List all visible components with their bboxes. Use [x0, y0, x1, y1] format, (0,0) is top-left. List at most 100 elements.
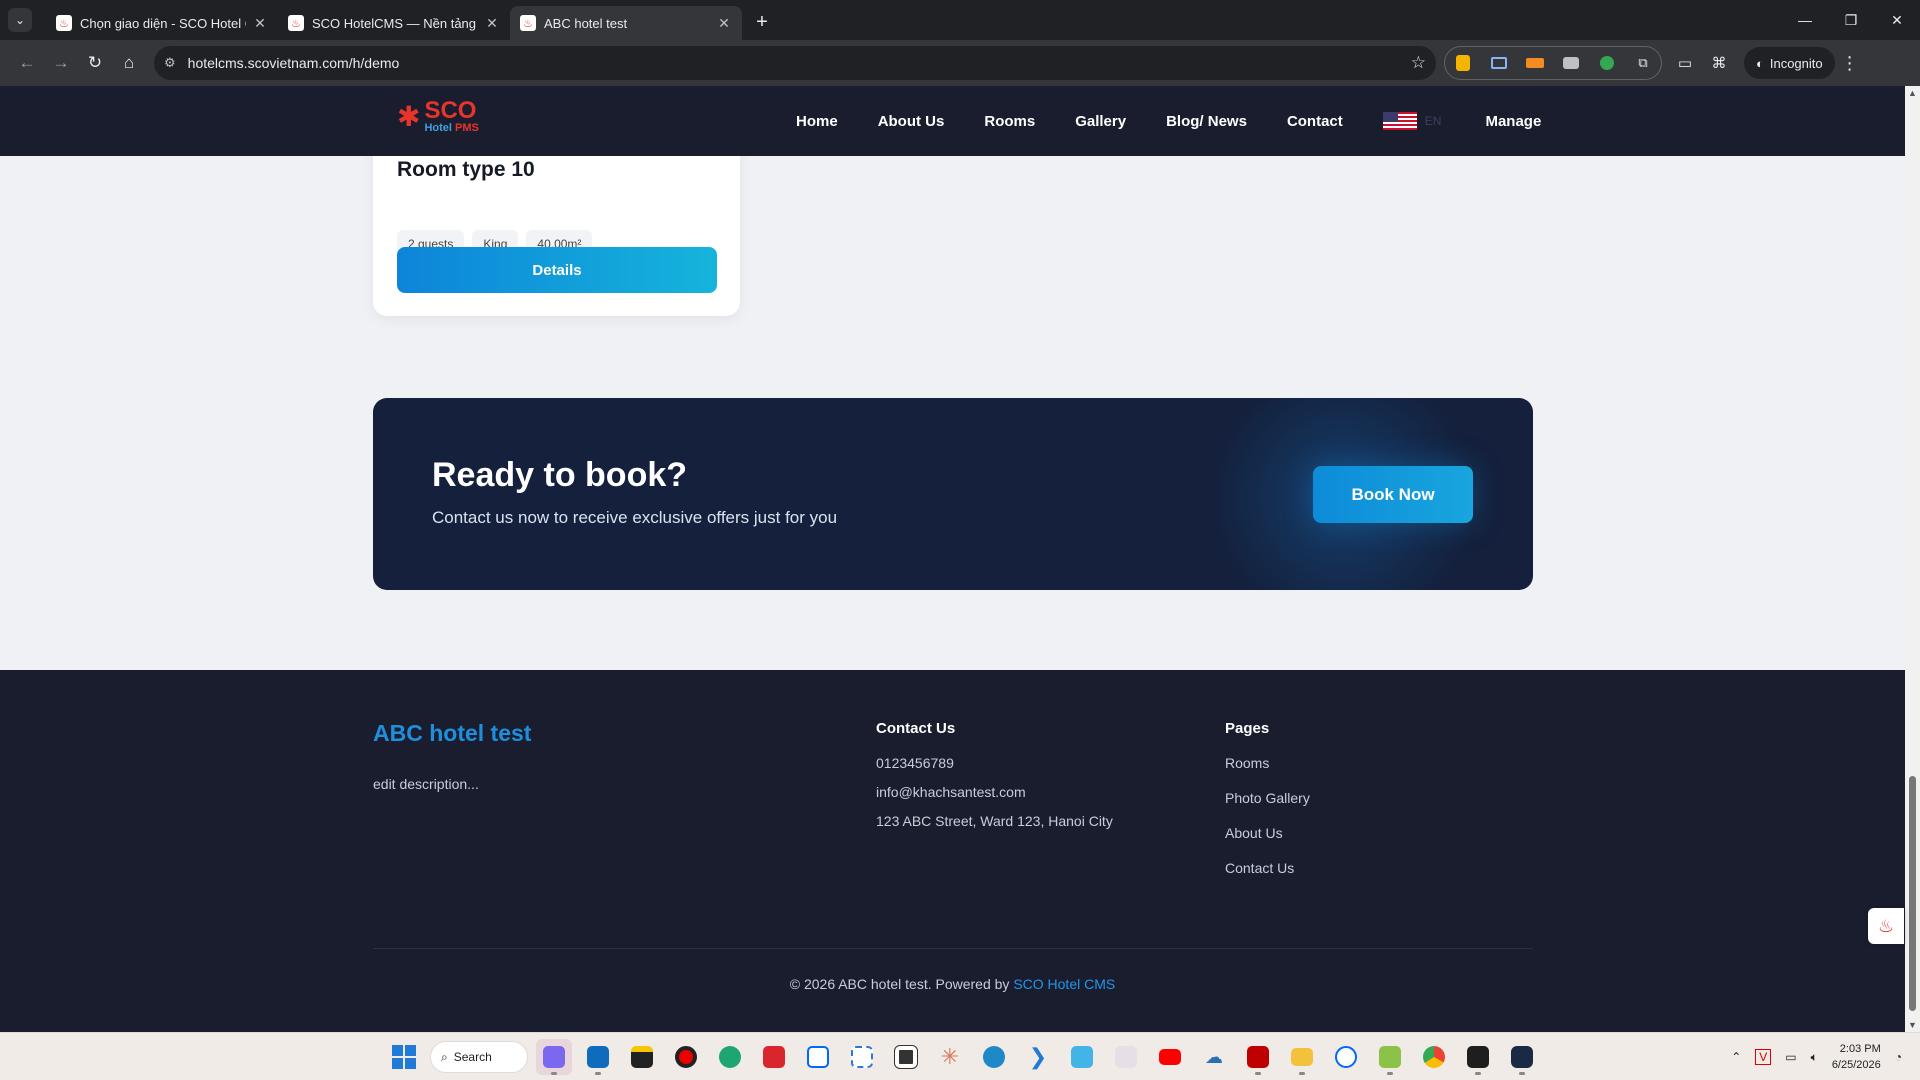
back-icon[interactable]: ← — [10, 46, 44, 80]
tab-list-icon[interactable]: ⌄ — [8, 8, 32, 32]
page-scrollbar[interactable]: ▲ ▼ — [1905, 86, 1920, 1032]
incognito-glasses-icon[interactable]: ⌘ — [1702, 46, 1736, 80]
zalo-app-icon[interactable] — [800, 1039, 836, 1075]
browser-toolbar: ← → ↻ ⌂ ⚙ hotelcms.scovietnam.com/h/demo… — [0, 40, 1920, 86]
browser-tab-3[interactable]: ♨ ABC hotel test ✕ — [510, 6, 742, 40]
terminal-app-icon[interactable] — [1460, 1039, 1496, 1075]
clock-date: 6/25/2026 — [1831, 1059, 1881, 1071]
site-info-icon[interactable]: ⚙ — [164, 55, 176, 71]
address-bar[interactable]: ⚙ hotelcms.scovietnam.com/h/demo ☆ — [154, 46, 1436, 80]
reading-list-icon[interactable]: ▭ — [1668, 46, 1702, 80]
sticky-notes-app-icon[interactable] — [624, 1039, 660, 1075]
vscode-app-icon[interactable]: ❯ — [1020, 1039, 1056, 1075]
zalo-2-app-icon[interactable] — [1328, 1039, 1364, 1075]
contact-heading: Contact Us — [876, 720, 956, 737]
tray-overflow-icon[interactable]: ⌃ — [1731, 1050, 1741, 1064]
vietkey-tray-icon[interactable]: V — [1755, 1049, 1772, 1065]
footer-link-about-us[interactable]: About Us — [1225, 825, 1310, 841]
extensions-puzzle-icon[interactable]: ⧉ — [1631, 51, 1655, 75]
search-label: Search — [453, 1050, 492, 1064]
nav-about-us[interactable]: About Us — [878, 113, 945, 130]
close-window-icon[interactable]: ✕ — [1874, 0, 1920, 40]
language-switcher[interactable]: EN — [1382, 112, 1441, 130]
extension-leaf-icon[interactable] — [1595, 51, 1619, 75]
incognito-label: Incognito — [1769, 55, 1823, 71]
taskbar-clock[interactable]: 2:03 PM 6/25/2026 — [1832, 1041, 1881, 1073]
contact-phone[interactable]: 0123456789 — [876, 755, 1113, 771]
chrome-app-icon[interactable] — [1416, 1039, 1452, 1075]
close-tab-icon[interactable]: ✕ — [484, 15, 500, 31]
close-tab-icon[interactable]: ✕ — [252, 15, 268, 31]
browser-tab-1[interactable]: ♨ Chọn giao diện - SCO Hotel CMS ✕ — [46, 6, 278, 40]
filezilla-app-icon[interactable] — [1240, 1039, 1276, 1075]
extension-yellow-icon[interactable] — [1451, 51, 1475, 75]
scroll-down-icon[interactable]: ▼ — [1908, 1020, 1917, 1030]
edge-app-icon[interactable] — [712, 1039, 748, 1075]
notepad-app-icon[interactable] — [888, 1039, 924, 1075]
browser-tab-bar: ⌄ ♨ Chọn giao diện - SCO Hotel CMS ✕ ♨ S… — [0, 0, 1920, 40]
volume-icon[interactable]: 🔈︎ — [1811, 1050, 1818, 1065]
photos-app-icon[interactable] — [1108, 1039, 1144, 1075]
details-button[interactable]: Details — [397, 247, 717, 293]
nav-manage[interactable]: Manage — [1485, 113, 1541, 130]
url-text[interactable]: hotelcms.scovietnam.com/h/demo — [188, 55, 1411, 71]
close-tab-icon[interactable]: ✕ — [716, 15, 732, 31]
footer-link-contact-us[interactable]: Contact Us — [1225, 860, 1310, 876]
site-footer: ABC hotel test edit description... Conta… — [0, 670, 1905, 1032]
home-icon[interactable]: ⌂ — [112, 46, 146, 80]
footer-link-rooms[interactable]: Rooms — [1225, 755, 1310, 771]
nav-rooms[interactable]: Rooms — [984, 113, 1035, 130]
notepad-plus-app-icon[interactable] — [1372, 1039, 1408, 1075]
nav-gallery[interactable]: Gallery — [1075, 113, 1126, 130]
site-favicon-icon: ♨ — [520, 15, 536, 31]
logo-name: SCO — [424, 97, 477, 124]
start-windows-icon[interactable] — [386, 1039, 422, 1075]
contact-address: 123 ABC Street, Ward 123, Hanoi City — [876, 813, 1113, 829]
footer-link-photo-gallery[interactable]: Photo Gallery — [1225, 790, 1310, 806]
nav-contact[interactable]: Contact — [1287, 113, 1343, 130]
red-app-icon[interactable] — [756, 1039, 792, 1075]
chatgpt-app-icon[interactable] — [1504, 1039, 1540, 1075]
onedrive-app-icon[interactable]: ☁ — [1196, 1039, 1232, 1075]
mail-app-icon[interactable] — [1064, 1039, 1100, 1075]
youtube-app-icon[interactable] — [1152, 1039, 1188, 1075]
chat-widget-icon[interactable]: ♨ — [1868, 908, 1904, 944]
extension-card-icon[interactable] — [1487, 51, 1511, 75]
taskbar-search[interactable]: ⌕ Search — [430, 1041, 528, 1073]
notifications-icon[interactable]: ◔ — [1895, 1050, 1902, 1064]
cta-title: Ready to book? — [432, 456, 688, 494]
recorder-app-icon[interactable] — [668, 1039, 704, 1075]
book-now-button[interactable]: Book Now — [1313, 466, 1473, 523]
outlook-app-icon[interactable] — [580, 1039, 616, 1075]
powered-by-link[interactable]: SCO Hotel CMS — [1013, 976, 1115, 992]
contact-email[interactable]: info@khachsantest.com — [876, 784, 1113, 800]
new-tab-icon[interactable]: + — [748, 8, 776, 36]
file-explorer-app-icon[interactable] — [1284, 1039, 1320, 1075]
site-logo[interactable]: ✱ SCO Hotel PMS — [397, 99, 479, 134]
browser-tab-2[interactable]: ♨ SCO HotelCMS — Nền tảng website ✕ — [278, 6, 510, 40]
pages-heading: Pages — [1225, 720, 1270, 737]
nav-blog-news[interactable]: Blog/ News — [1166, 113, 1247, 130]
footer-copyright: © 2026 ABC hotel test. Powered by SCO Ho… — [0, 976, 1905, 992]
reload-icon[interactable]: ↻ — [78, 46, 112, 80]
extension-camera-icon[interactable] — [1559, 51, 1583, 75]
claude-app-icon[interactable]: ✳ — [932, 1039, 968, 1075]
minimize-icon[interactable]: — — [1782, 0, 1828, 40]
page-viewport: Room type 10 2 guests King 40.00m² Detai… — [0, 86, 1905, 1032]
forward-icon[interactable]: → — [44, 46, 78, 80]
network-icon[interactable]: ▭ — [1785, 1050, 1796, 1064]
room-title: Room type 10 — [397, 158, 535, 181]
scroll-up-icon[interactable]: ▲ — [1908, 88, 1917, 98]
tab-title: SCO HotelCMS — Nền tảng website — [312, 15, 478, 31]
restore-icon[interactable]: ❐ — [1828, 0, 1874, 40]
scrollbar-thumb[interactable] — [1909, 776, 1916, 1011]
snipping-app-icon[interactable] — [844, 1039, 880, 1075]
cta-subtitle: Contact us now to receive exclusive offe… — [432, 508, 838, 527]
extension-sco-icon[interactable] — [1523, 51, 1547, 75]
blue-app-icon[interactable] — [976, 1039, 1012, 1075]
incognito-badge[interactable]: ◐ Incognito — [1744, 47, 1835, 79]
browser-menu-icon[interactable]: ⋮ — [1835, 53, 1865, 74]
bookmark-star-icon[interactable]: ☆ — [1411, 53, 1426, 73]
nav-home[interactable]: Home — [796, 113, 838, 130]
clickup-app-icon[interactable] — [536, 1039, 572, 1075]
